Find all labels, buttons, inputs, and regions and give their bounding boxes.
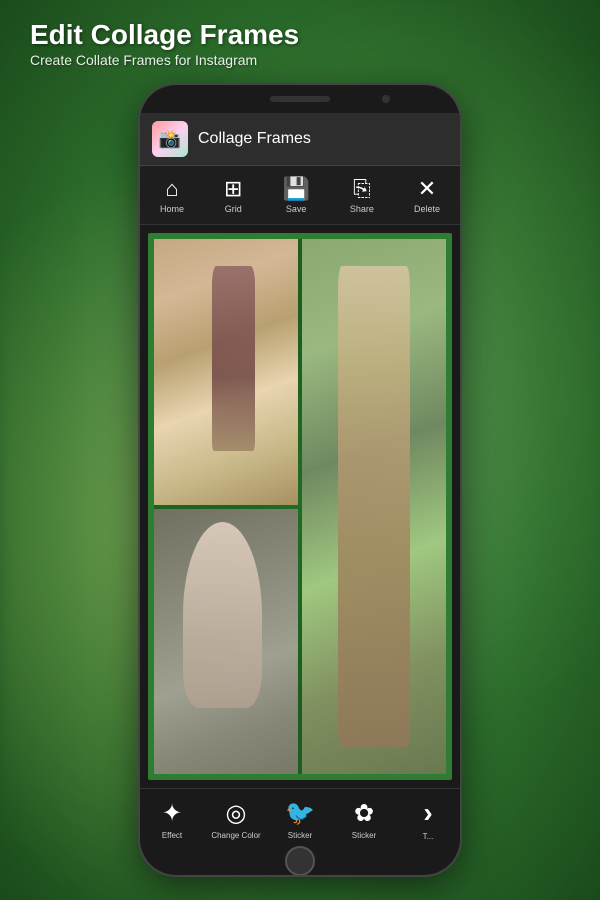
bottom-sticker1[interactable]: 🐦 Sticker bbox=[275, 799, 325, 840]
phone-camera bbox=[382, 95, 390, 103]
toolbar-save[interactable]: 💾 Save bbox=[274, 172, 317, 218]
toolbar-home[interactable]: ⌂ Home bbox=[152, 172, 192, 218]
photo-cell-1[interactable] bbox=[154, 239, 298, 505]
collage-area bbox=[140, 225, 460, 788]
toolbar-delete[interactable]: ✕ Delete bbox=[406, 172, 448, 218]
home-label: Home bbox=[160, 204, 184, 214]
home-icon: ⌂ bbox=[165, 176, 178, 202]
collage-left bbox=[154, 239, 298, 774]
page-title: Edit Collage Frames bbox=[30, 18, 299, 52]
share-label: Share bbox=[350, 204, 374, 214]
photo-cell-3[interactable] bbox=[154, 509, 298, 775]
bottom-effect[interactable]: ✦ Effect bbox=[147, 799, 197, 840]
effect-label: Effect bbox=[162, 831, 182, 840]
next-label: T... bbox=[423, 832, 434, 841]
phone-frame: 📸 Collage Frames ⌂ Home ⊞ Grid 💾 Save ⎘ … bbox=[140, 85, 460, 875]
app-icon: 📸 bbox=[152, 121, 188, 157]
photo-cell-2[interactable] bbox=[302, 239, 446, 774]
collage-right bbox=[302, 239, 446, 774]
bottom-sticker2[interactable]: ✿ Sticker bbox=[339, 799, 389, 840]
save-label: Save bbox=[286, 204, 307, 214]
bottom-toolbar: ✦ Effect ◎ Change Color 🐦 Sticker ✿ Stic… bbox=[140, 788, 460, 847]
main-toolbar: ⌂ Home ⊞ Grid 💾 Save ⎘ Share ✕ Delete bbox=[140, 166, 460, 225]
sticker2-icon: ✿ bbox=[354, 799, 374, 828]
phone-speaker bbox=[270, 96, 330, 102]
sticker1-label: Sticker bbox=[288, 831, 312, 840]
change-color-icon: ◎ bbox=[226, 799, 247, 828]
collage-frame bbox=[148, 233, 452, 780]
bottom-change-color[interactable]: ◎ Change Color bbox=[211, 799, 261, 840]
delete-label: Delete bbox=[414, 204, 440, 214]
save-icon: 💾 bbox=[282, 176, 309, 202]
phone-screen: 📸 Collage Frames ⌂ Home ⊞ Grid 💾 Save ⎘ … bbox=[140, 113, 460, 847]
change-color-label: Change Color bbox=[211, 831, 260, 840]
sticker2-label: Sticker bbox=[352, 831, 376, 840]
sticker1-icon: 🐦 bbox=[285, 799, 315, 828]
toolbar-grid[interactable]: ⊞ Grid bbox=[216, 172, 250, 218]
grid-icon: ⊞ bbox=[224, 176, 242, 202]
delete-icon: ✕ bbox=[418, 176, 436, 202]
title-area: Edit Collage Frames Create Collate Frame… bbox=[30, 18, 299, 68]
app-title: Collage Frames bbox=[198, 130, 311, 148]
phone-top bbox=[140, 85, 460, 113]
phone-bottom bbox=[140, 847, 460, 875]
bottom-next[interactable]: › T... bbox=[403, 797, 453, 841]
home-button[interactable] bbox=[285, 846, 315, 875]
next-icon: › bbox=[423, 797, 432, 829]
share-icon: ⎘ bbox=[353, 176, 371, 202]
toolbar-share[interactable]: ⎘ Share bbox=[342, 172, 382, 218]
effect-icon: ✦ bbox=[162, 799, 182, 828]
app-header: 📸 Collage Frames bbox=[140, 113, 460, 166]
grid-label: Grid bbox=[225, 204, 242, 214]
page-subtitle: Create Collate Frames for Instagram bbox=[30, 52, 299, 68]
